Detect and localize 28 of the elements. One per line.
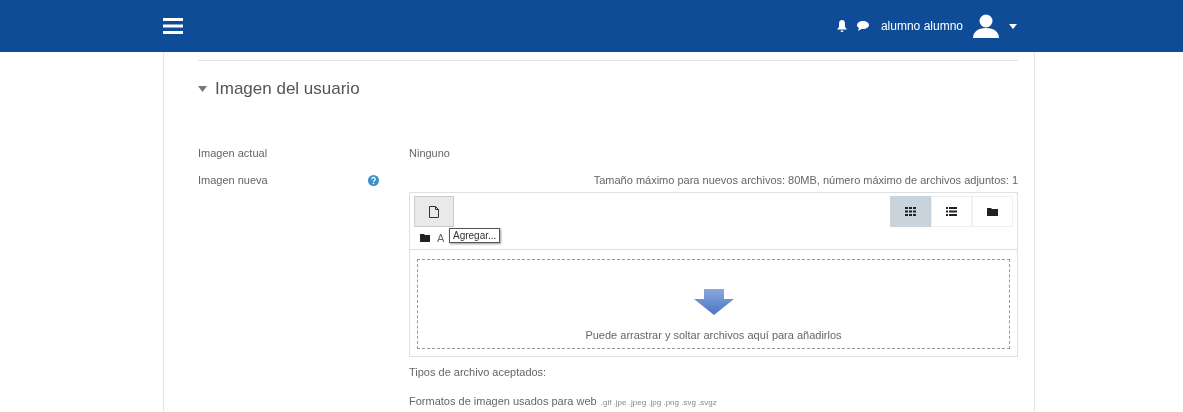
field-value: Ninguno	[409, 147, 450, 159]
folder-path[interactable]: A	[437, 232, 445, 244]
user-name[interactable]: alumno alumno	[880, 19, 963, 33]
list-icon	[946, 207, 957, 216]
drop-zone[interactable]: Puede arrastrar y soltar archivos aquí para añadirlos	[417, 259, 1010, 349]
caret-icon[interactable]	[198, 86, 207, 92]
chat-icon[interactable]	[856, 21, 869, 31]
down-arrow-icon	[693, 289, 734, 315]
grid-icon	[905, 207, 916, 216]
add-file-button[interactable]	[414, 196, 454, 227]
menu-icon[interactable]	[163, 18, 183, 34]
folder-icon	[420, 234, 430, 242]
drop-hint: Puede arrastrar y soltar archivos aquí para añadirlos	[585, 329, 842, 341]
help-icon[interactable]	[368, 175, 379, 186]
file-type-name: Formatos de imagen usados para web	[409, 395, 597, 407]
section-title[interactable]: Imagen del usuario	[215, 79, 360, 99]
caret-icon[interactable]	[1009, 23, 1017, 29]
user-avatar-icon[interactable]	[973, 14, 999, 38]
file-icon	[429, 205, 439, 218]
field-label: Imagen actual	[198, 147, 268, 159]
folder-icon	[987, 207, 998, 216]
tooltip: Agregar...	[449, 228, 501, 243]
upload-limits: Tamaño máximo para nuevos archivos: 80MB, número máximo de archivos adjuntos: 1	[592, 174, 1018, 186]
bell-icon[interactable]	[836, 20, 847, 32]
view-button[interactable]	[890, 196, 931, 227]
field-label: Imagen nueva	[198, 174, 268, 186]
accepted-types-heading: Tipos de archivo aceptados:	[409, 366, 548, 378]
file-extensions: .gif .jpe .jpeg .jpg .png .svg .svgz	[600, 398, 717, 407]
